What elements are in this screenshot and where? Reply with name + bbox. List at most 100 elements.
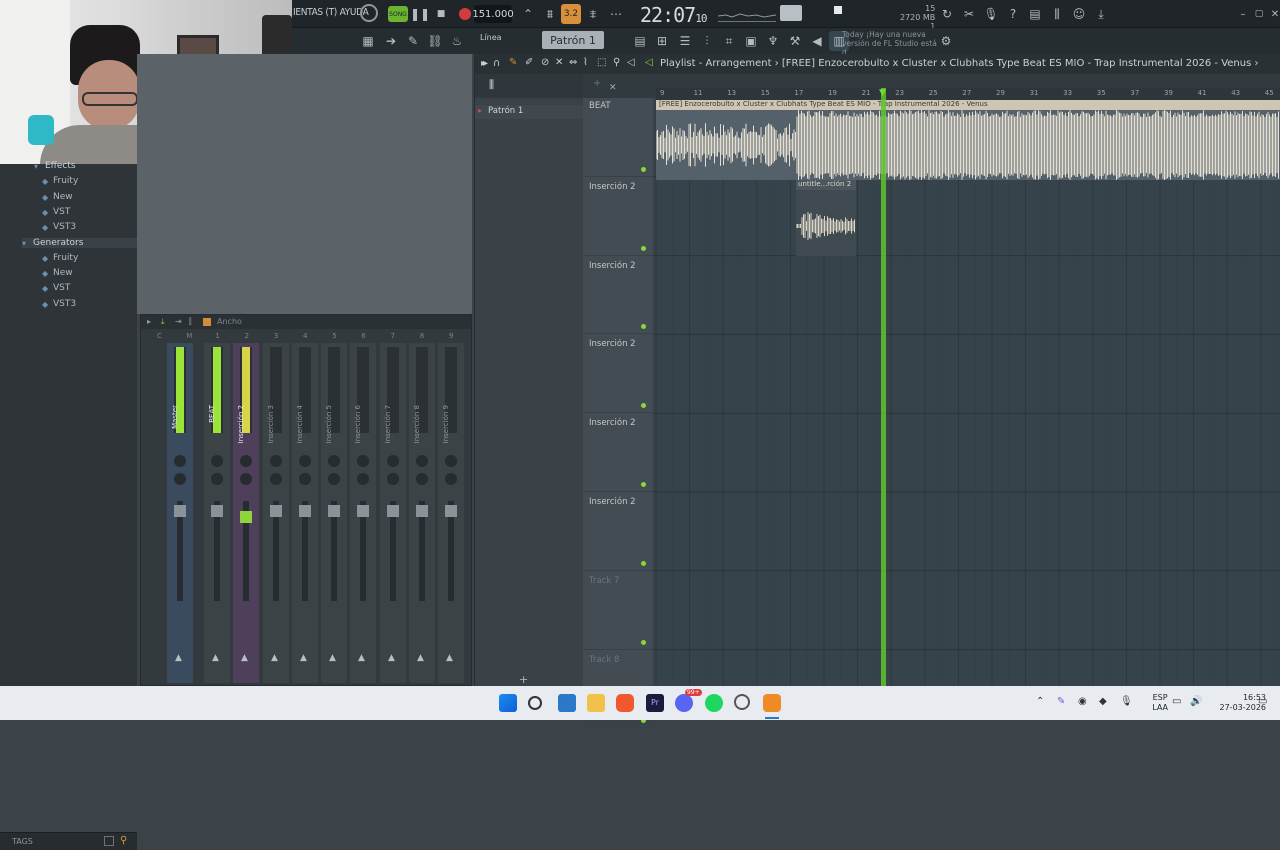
mixer-strip[interactable]: Inserción 6 ▲: [350, 343, 376, 683]
stereo-knob[interactable]: [416, 473, 428, 485]
mixer-snap-icon[interactable]: ⇥: [175, 317, 182, 326]
menu-bar[interactable]: IENTAS (T) AYUDA: [293, 7, 369, 18]
mixer-icon[interactable]: ☰: [675, 31, 695, 51]
tray-discord-icon[interactable]: ◉: [1078, 696, 1087, 707]
mixer-strip[interactable]: Inserción 7 ▲: [380, 343, 406, 683]
browser-item-new[interactable]: ◆ New: [42, 268, 73, 278]
browser-item-new[interactable]: ◆ New: [42, 192, 73, 202]
playlist-icon[interactable]: ▤: [630, 31, 650, 51]
pan-knob[interactable]: [328, 455, 340, 467]
track-header[interactable]: Inserción 2: [583, 413, 653, 492]
notification-icon[interactable]: ▭: [1258, 696, 1267, 707]
volume-icon[interactable]: 🔊: [1190, 696, 1202, 707]
browser-item-fruity[interactable]: ◆ Fruity: [42, 253, 78, 263]
mixer-strip[interactable]: BEAT ▲: [204, 343, 230, 683]
stereo-knob[interactable]: [211, 473, 223, 485]
mixer-strip[interactable]: Inserción 9 ▲: [438, 343, 464, 683]
route-arrow-icon[interactable]: ▲: [241, 653, 248, 663]
track-mute-led[interactable]: [641, 403, 646, 409]
playback-tool-icon[interactable]: ◁: [627, 57, 635, 68]
stereo-knob[interactable]: [387, 473, 399, 485]
browser-item-vst[interactable]: ◆ VST: [42, 283, 70, 293]
stereo-knob[interactable]: [445, 473, 457, 485]
cut-icon[interactable]: ✂: [959, 4, 979, 24]
fader-handle[interactable]: [357, 505, 369, 517]
tray-chevron-icon[interactable]: ⌃: [1036, 696, 1044, 707]
brave-icon[interactable]: [616, 694, 634, 712]
route-arrow-icon[interactable]: ▲: [388, 653, 395, 663]
route-arrow-icon[interactable]: ▲: [358, 653, 365, 663]
mic-icon[interactable]: 🎙: [981, 4, 1001, 24]
fader-handle[interactable]: [174, 505, 186, 517]
track-mute-led[interactable]: [641, 639, 646, 645]
stereo-knob[interactable]: [240, 473, 252, 485]
song-mode-button[interactable]: SONG: [388, 6, 408, 22]
browser-item-vst3[interactable]: ◆ VST3: [42, 222, 76, 232]
piano-icon[interactable]: ▦: [358, 31, 378, 51]
loop-record-icon[interactable]: ⩨: [583, 4, 603, 24]
network-icon[interactable]: ▭: [1172, 696, 1181, 707]
fader-handle[interactable]: [240, 511, 252, 523]
volume-fader[interactable]: [445, 501, 457, 601]
widgets-icon[interactable]: [558, 694, 576, 712]
fader-handle[interactable]: [299, 505, 311, 517]
timeline-ruler[interactable]: 9 11 13 15 17 19 21 23 25 27 29 31 33 35 37 39 41 43 45: [656, 88, 1280, 100]
route-arrow-icon[interactable]: ▲: [212, 653, 219, 663]
slip-tool-icon[interactable]: ⇔: [569, 57, 577, 68]
pattern-item[interactable]: ▸ Patrón 1: [475, 105, 583, 119]
browser-item-vst3[interactable]: ◆ VST3: [42, 299, 76, 309]
help-icon[interactable]: ?: [1003, 4, 1023, 24]
pan-knob[interactable]: [299, 455, 311, 467]
mixer-strip[interactable]: Inserción 3 ▲: [263, 343, 289, 683]
track-mute-led[interactable]: [641, 481, 646, 487]
file-explorer-icon[interactable]: [587, 694, 605, 712]
track-header[interactable]: Inserción 2: [583, 492, 653, 571]
slice-tool-icon[interactable]: ⌇: [583, 57, 588, 68]
blend-icon[interactable]: ⋯: [606, 4, 626, 24]
windows-start-icon[interactable]: [499, 694, 517, 712]
playlist-play-icon[interactable]: ◁: [645, 57, 653, 68]
stereo-knob[interactable]: [328, 473, 340, 485]
volume-fader[interactable]: [328, 501, 340, 601]
metronome-icon[interactable]: [360, 4, 378, 22]
volume-fader[interactable]: [299, 501, 311, 601]
pan-knob[interactable]: [270, 455, 282, 467]
language-indicator[interactable]: ESP LAA: [1152, 693, 1168, 713]
wait-input-icon[interactable]: ⌃: [518, 4, 538, 24]
fader-handle[interactable]: [211, 505, 223, 517]
playhead-marker-icon[interactable]: ▼: [879, 88, 886, 98]
playlist-grid[interactable]: [653, 98, 1280, 686]
plug-icon[interactable]: ♆: [763, 31, 783, 51]
volume-fader[interactable]: [211, 501, 223, 601]
stereo-knob[interactable]: [357, 473, 369, 485]
browser-item-vst[interactable]: ◆ VST: [42, 207, 70, 217]
route-arrow-icon[interactable]: ▲: [271, 653, 278, 663]
route-arrow-icon[interactable]: ▲: [417, 653, 424, 663]
volume-fader[interactable]: [270, 501, 282, 601]
track-header[interactable]: Inserción 2: [583, 256, 653, 335]
search-icon[interactable]: ⚲: [120, 835, 127, 846]
pan-knob[interactable]: [240, 455, 252, 467]
countdown-icon[interactable]: ⩩: [540, 4, 560, 24]
mute-tool-icon[interactable]: ✕: [555, 57, 563, 68]
mixer-strip[interactable]: Inserción 8 ▲: [409, 343, 435, 683]
delete-tool-icon[interactable]: ⊘: [541, 57, 549, 68]
track-mute-led[interactable]: [641, 324, 646, 330]
fader-handle[interactable]: [270, 505, 282, 517]
pan-knob[interactable]: [174, 455, 186, 467]
mixer-strip[interactable]: Inserción 4 ▲: [292, 343, 318, 683]
playlist-menu-icon[interactable]: ▸: [483, 58, 488, 69]
mixer-strip[interactable]: Inserción 2 ▲: [233, 343, 259, 683]
pan-knob[interactable]: [211, 455, 223, 467]
tray-pen-icon[interactable]: ✎: [1057, 696, 1065, 707]
stamp-icon[interactable]: ♨: [447, 31, 467, 51]
volume-fader[interactable]: [174, 501, 186, 601]
track-mute-led[interactable]: [641, 166, 646, 172]
mixer-view-icon[interactable]: ⤓: [161, 317, 165, 327]
track-header[interactable]: Inserción 2: [583, 334, 653, 414]
beat-clip-header[interactable]: [FREE] Enzocerobulto x Cluster x Clubhat…: [656, 100, 1280, 110]
select-tool-icon[interactable]: ⬚: [597, 57, 606, 68]
stereo-knob[interactable]: [299, 473, 311, 485]
piano-roll-icon[interactable]: ⊞: [652, 31, 672, 51]
volume-fader[interactable]: [416, 501, 428, 601]
